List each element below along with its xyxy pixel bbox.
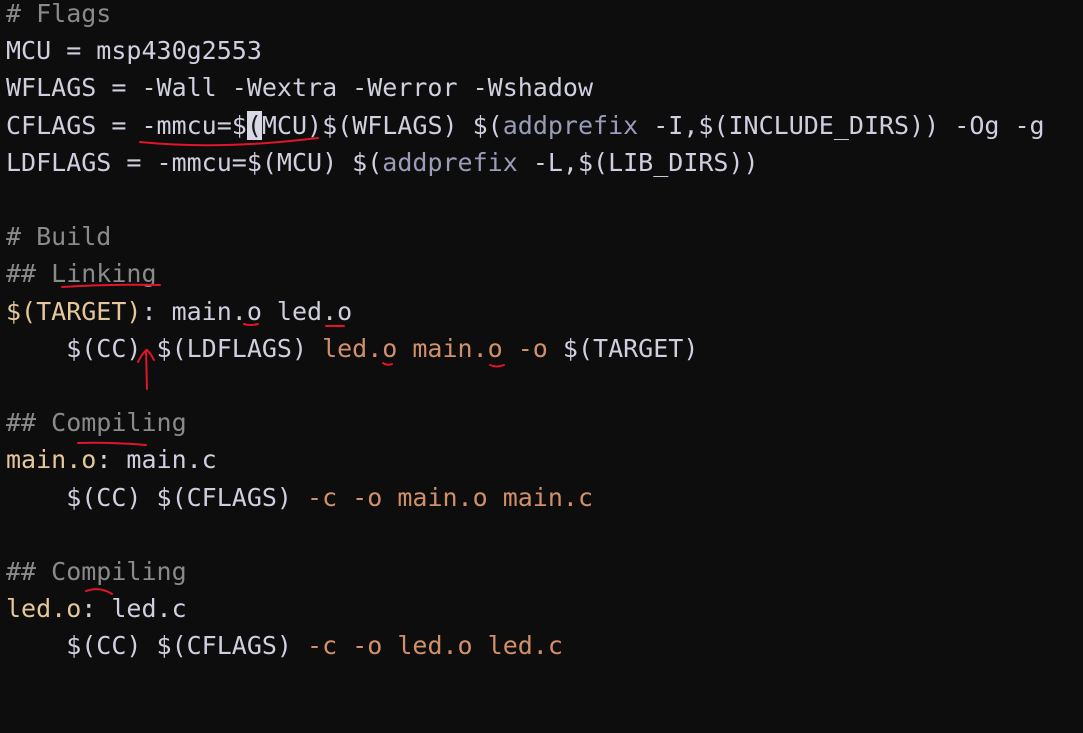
code-line[interactable]: $(CC) $(LDFLAGS) led.o main.o -o $(TARGE… bbox=[6, 330, 698, 367]
code-token: addprefix bbox=[382, 147, 518, 177]
code-token: MCU = msp430g2553 bbox=[6, 36, 262, 66]
code-line[interactable]: LDFLAGS = -mmcu=$(MCU) $(addprefix -L,$(… bbox=[6, 144, 759, 181]
code-line[interactable]: # Build bbox=[6, 218, 111, 255]
code-token: $(TARGET) bbox=[6, 296, 142, 326]
code-token: MCU)$(WFLAGS) $( bbox=[261, 110, 503, 140]
code-line[interactable]: ## Compiling bbox=[6, 553, 187, 590]
code-editor[interactable]: # Flags MCU = msp430g2553 WFLAGS = -Wall -… bbox=[0, 0, 1083, 733]
code-line[interactable]: MCU = msp430g2553 bbox=[6, 32, 262, 69]
code-token: : main.o led.o bbox=[141, 296, 353, 326]
code-token: $(CC) $(LDFLAGS) bbox=[6, 333, 323, 363]
code-line[interactable]: # Flags bbox=[6, 0, 111, 32]
code-token: ## Compiling bbox=[6, 557, 187, 586]
text-cursor: ( bbox=[246, 110, 262, 140]
code-line[interactable]: ## Linking bbox=[6, 255, 157, 292]
code-token: $(CC) $(CFLAGS) bbox=[6, 631, 308, 661]
code-token: : led.c bbox=[81, 594, 187, 624]
code-token: ## Linking bbox=[6, 259, 157, 289]
code-token: main.o bbox=[6, 445, 97, 475]
code-token: $(CC) $(CFLAGS) bbox=[6, 482, 308, 512]
code-line[interactable]: $(TARGET): main.o led.o bbox=[6, 293, 352, 330]
code-token: -L,$(LIB_DIRS)) bbox=[517, 147, 759, 177]
code-line[interactable]: $(CC) $(CFLAGS) -c -o main.o main.c bbox=[6, 479, 593, 516]
code-line[interactable]: WFLAGS = -Wall -Wextra -Werror -Wshadow bbox=[6, 69, 593, 106]
code-token: led.o bbox=[6, 594, 82, 624]
code-token: -c -o main.o main.c bbox=[307, 482, 594, 512]
code-token: addprefix bbox=[502, 110, 639, 140]
code-token: WFLAGS = -Wall -Wextra -Werror -Wshadow bbox=[6, 73, 593, 103]
code-token: # Build bbox=[6, 222, 112, 252]
code-token: $(TARGET) bbox=[547, 333, 699, 363]
code-token: : main.c bbox=[96, 445, 217, 475]
code-token: LDFLAGS = -mmcu=$(MCU) $( bbox=[6, 147, 383, 177]
code-token: -c -o led.o led.c bbox=[307, 631, 563, 661]
code-token: # Flags bbox=[6, 0, 112, 28]
code-token: led.o main.o -o bbox=[322, 333, 548, 363]
code-line[interactable]: ## Compiling bbox=[6, 404, 187, 441]
code-token: CFLAGS = -mmcu=$ bbox=[6, 110, 247, 140]
code-token: ## Compiling bbox=[6, 408, 187, 438]
code-line[interactable]: $(CC) $(CFLAGS) -c -o led.o led.c bbox=[6, 627, 563, 664]
code-token: -I,$(INCLUDE_DIRS)) -Og -g bbox=[638, 110, 1045, 140]
code-line[interactable]: led.o: led.c bbox=[6, 590, 187, 627]
code-line[interactable]: CFLAGS = -mmcu=$(MCU)$(WFLAGS) $(addpref… bbox=[6, 107, 1045, 144]
code-line[interactable]: main.o: main.c bbox=[6, 441, 217, 478]
